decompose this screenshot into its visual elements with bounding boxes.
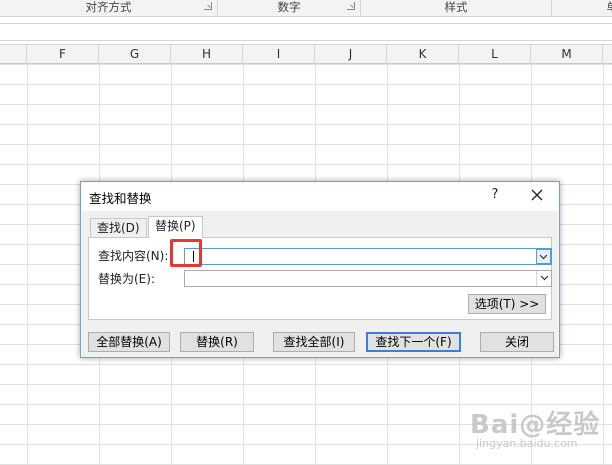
close-dialog-button[interactable]: 关闭: [480, 332, 554, 352]
ribbon-group-labels: 对齐方式 数字 样式 单: [0, 0, 612, 17]
find-next-button[interactable]: 查找下一个(F): [366, 332, 461, 352]
replace-dropdown-button[interactable]: [536, 271, 551, 286]
dialog-launcher-icon[interactable]: [347, 2, 355, 10]
column-header-m[interactable]: M: [531, 45, 603, 64]
column-header-k[interactable]: K: [387, 45, 459, 64]
column-header-g[interactable]: G: [99, 45, 171, 64]
column-header-l[interactable]: L: [459, 45, 531, 64]
column-header-blank[interactable]: [0, 45, 27, 64]
column-header-j[interactable]: J: [315, 45, 387, 64]
chevron-down-icon: [540, 275, 548, 281]
divider: [0, 23, 612, 24]
ribbon-group-alignment: 对齐方式: [0, 0, 218, 16]
ribbon-group-styles: 样式: [361, 0, 552, 16]
watermark: Bai@经验 jingyan.baidu.com: [470, 404, 610, 464]
ribbon-group-label: 数字: [277, 0, 301, 14]
dialog-title: 查找和替换: [89, 191, 152, 206]
ribbon-group-cells: 单: [552, 0, 612, 16]
grid-line: [27, 64, 28, 465]
chevron-down-icon: [539, 254, 548, 260]
column-header-i[interactable]: I: [243, 45, 315, 64]
find-all-button[interactable]: 查找全部(I): [273, 332, 355, 352]
options-button[interactable]: 选项(T) >>: [468, 294, 546, 314]
ribbon-group-number: 数字: [218, 0, 361, 16]
replace-with-combobox[interactable]: [184, 270, 552, 287]
divider: [0, 40, 612, 41]
replace-tab-panel: 查找内容(N): 替换为(E): 选项(T) >>: [88, 237, 552, 320]
replace-all-button[interactable]: 全部替换(A): [88, 332, 170, 352]
dialog-body: 查找(D) 替换(P) 查找内容(N): 替换为(E): 选项(T) >> 全部…: [82, 211, 558, 357]
formula-bar[interactable]: [0, 17, 612, 41]
find-what-label: 查找内容(N):: [98, 249, 169, 263]
tab-find[interactable]: 查找(D): [90, 218, 147, 237]
find-what-combobox[interactable]: [184, 248, 552, 265]
close-button[interactable]: [527, 185, 547, 205]
ribbon-group-label: 对齐方式: [85, 0, 132, 14]
watermark-logo: Bai@经验: [470, 410, 601, 440]
ribbon-group-label: 单: [607, 0, 612, 14]
highlight-box: [170, 239, 202, 267]
find-dropdown-button[interactable]: [536, 249, 551, 264]
find-replace-dialog: 查找和替换 ? 查找(D) 替换(P) 查找内容(N): 替换为(E): 选项(…: [80, 181, 560, 358]
column-header-row: F G H I J K L M: [0, 44, 612, 64]
watermark-url: jingyan.baidu.com: [476, 437, 578, 450]
ribbon-group-label: 样式: [444, 0, 468, 14]
tab-replace[interactable]: 替换(P): [148, 216, 203, 238]
replace-button[interactable]: 替换(R): [180, 332, 254, 352]
column-header-f[interactable]: F: [27, 45, 99, 64]
dialog-launcher-icon[interactable]: [204, 2, 212, 10]
replace-with-label: 替换为(E):: [98, 272, 155, 286]
close-icon: [531, 189, 543, 201]
help-button[interactable]: ?: [486, 185, 504, 205]
column-header-h[interactable]: H: [171, 45, 243, 64]
